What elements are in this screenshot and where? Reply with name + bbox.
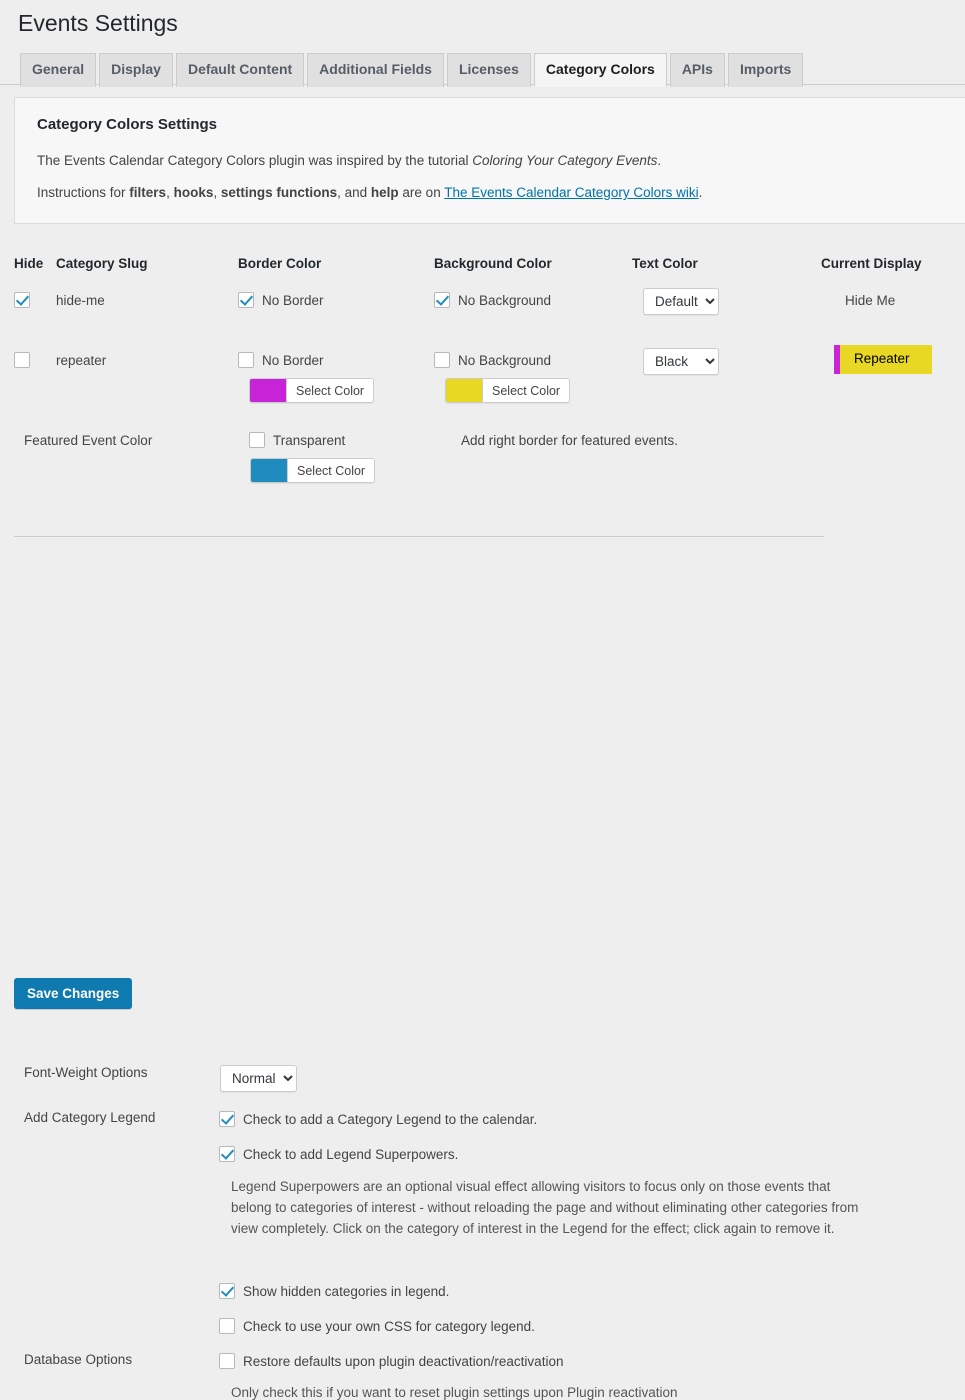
info-text-1b: . <box>657 152 662 168</box>
no-border-label: No Border <box>262 352 324 368</box>
category-legend-checkbox[interactable]: Check to add a Category Legend to the ca… <box>219 1111 538 1128</box>
show-hidden-categories-label: Show hidden categories in legend. <box>243 1283 450 1299</box>
select-color-label: Select Color <box>288 459 375 483</box>
row-slug-label: hide-me <box>56 293 105 309</box>
section-divider <box>14 536 824 537</box>
text-color-select[interactable]: DefaultBlackWhite <box>643 348 719 376</box>
info-panel-paragraph-1: The Events Calendar Category Colors plug… <box>37 151 952 171</box>
select-color-label: Select Color <box>483 379 570 403</box>
no-background-label: No Background <box>458 352 552 368</box>
row-no-background-checkbox[interactable]: No Background <box>434 292 552 309</box>
info-text-2d: , and <box>337 185 371 201</box>
category-legend-checkbox-label: Check to add a Category Legend to the ca… <box>243 1111 538 1127</box>
own-css-checkbox[interactable]: Check to use your own CSS for category l… <box>219 1318 535 1335</box>
tutorial-title: Coloring Your Category Events <box>472 152 658 168</box>
tab-additional-fields[interactable]: Additional Fields <box>307 52 444 87</box>
featured-color-swatch <box>251 459 288 483</box>
legend-superpowers-checkbox[interactable]: Check to add Legend Superpowers. <box>219 1146 459 1163</box>
legend-superpowers-description: Legend Superpowers are an optional visua… <box>231 1179 859 1237</box>
background-color-swatch <box>446 379 483 403</box>
settings-tab-bar: General Display Default Content Additional … <box>0 52 965 87</box>
checkbox-box <box>219 1283 235 1300</box>
info-text-1a: The Events Calendar Category Colors plug… <box>37 152 473 168</box>
no-background-label: No Background <box>458 292 552 308</box>
checkbox-box <box>434 292 450 309</box>
checkbox-box <box>219 1146 235 1163</box>
info-text-2c: , <box>213 185 221 201</box>
own-css-label: Check to use your own CSS for category l… <box>243 1318 535 1334</box>
header-border: Border Color <box>238 256 322 272</box>
checkbox-box <box>219 1318 235 1335</box>
tab-imports[interactable]: Imports <box>727 52 804 87</box>
featured-event-color-row: Featured Event Color Transparent Select … <box>0 422 965 484</box>
table-row: hide-me No Border No Background DefaultB… <box>0 282 965 342</box>
category-colors-info-panel: Category Colors Settings The Events Cale… <box>14 96 965 225</box>
save-changes-button[interactable]: Save Changes <box>14 978 133 1009</box>
header-hide: Hide <box>14 256 44 272</box>
transparent-checkbox[interactable]: Transparent <box>249 432 346 449</box>
database-options-note: Only check this if you want to reset plu… <box>231 1385 678 1400</box>
no-border-label: No Border <box>262 292 324 308</box>
current-display-badge: Repeater <box>834 345 932 374</box>
header-display: Current Display <box>821 256 922 272</box>
info-panel-paragraph-2: Instructions for filters, hooks, setting… <box>37 183 952 203</box>
tab-default-content[interactable]: Default Content <box>175 52 305 87</box>
featured-event-note: Add right border for featured events. <box>461 433 678 449</box>
info-text-2b: , <box>166 185 174 201</box>
keyword-hooks: hooks <box>173 185 214 201</box>
row-no-border-checkbox[interactable]: No Border <box>238 292 324 309</box>
checkbox-box <box>249 432 265 449</box>
checkbox-box <box>238 292 254 309</box>
header-text-color: Text Color <box>632 256 698 272</box>
row-hide-checkbox[interactable] <box>14 291 30 308</box>
database-options-label: Database Options <box>24 1352 133 1368</box>
border-color-picker[interactable]: Select Color <box>249 378 375 404</box>
info-text-2f: . <box>698 185 703 201</box>
checkbox-box <box>14 291 30 308</box>
restore-defaults-checkbox[interactable]: Restore defaults upon plugin deactivatio… <box>219 1353 564 1370</box>
checkbox-box <box>434 352 450 369</box>
checkbox-box <box>219 1353 235 1370</box>
tab-category-colors[interactable]: Category Colors <box>533 52 667 87</box>
header-background: Background Color <box>434 256 552 272</box>
tab-licenses[interactable]: Licenses <box>446 52 531 87</box>
keyword-filters: filters <box>129 185 167 201</box>
border-color-swatch <box>250 379 287 403</box>
keyword-settings-functions: settings functions <box>220 185 338 201</box>
current-display-value: Hide Me <box>845 293 896 309</box>
select-color-label: Select Color <box>287 379 374 403</box>
info-panel-heading: Category Colors Settings <box>37 115 218 133</box>
table-row: repeater No Border Select Color No Backg… <box>0 342 965 422</box>
tab-display[interactable]: Display <box>99 52 173 87</box>
text-color-select[interactable]: DefaultBlackWhite <box>643 288 719 316</box>
legend-superpowers-checkbox-label: Check to add Legend Superpowers. <box>243 1146 459 1162</box>
row-no-border-checkbox[interactable]: No Border <box>238 352 324 369</box>
add-category-legend-label: Add Category Legend <box>24 1110 156 1126</box>
keyword-help: help <box>370 185 399 201</box>
font-weight-label: Font-Weight Options <box>24 1065 148 1081</box>
featured-color-picker[interactable]: Select Color <box>250 458 376 484</box>
category-colors-table: Hide Category Slug Border Color Backgrou… <box>0 256 965 484</box>
tab-general[interactable]: General <box>20 52 97 87</box>
info-text-2a: Instructions for <box>37 185 130 201</box>
checkbox-box <box>14 351 30 368</box>
header-slug: Category Slug <box>56 256 148 272</box>
transparent-label: Transparent <box>273 432 346 448</box>
tab-apis[interactable]: APIs <box>669 52 725 87</box>
featured-event-label: Featured Event Color <box>24 433 153 449</box>
background-color-picker[interactable]: Select Color <box>445 378 571 404</box>
row-slug-label: repeater <box>56 353 107 369</box>
checkbox-box <box>238 352 254 369</box>
font-weight-select[interactable]: NormalBoldBolderLighter <box>220 1065 297 1093</box>
info-text-2e: are on <box>398 185 445 201</box>
wiki-link[interactable]: The Events Calendar Category Colors wiki <box>444 185 698 200</box>
restore-defaults-label: Restore defaults upon plugin deactivatio… <box>243 1353 564 1369</box>
page-title: Events Settings <box>18 10 178 36</box>
row-no-background-checkbox[interactable]: No Background <box>434 352 552 369</box>
checkbox-box <box>219 1111 235 1128</box>
row-hide-checkbox[interactable] <box>14 351 30 368</box>
show-hidden-categories-checkbox[interactable]: Show hidden categories in legend. <box>219 1283 450 1300</box>
table-header-row: Hide Category Slug Border Color Backgrou… <box>0 256 965 282</box>
